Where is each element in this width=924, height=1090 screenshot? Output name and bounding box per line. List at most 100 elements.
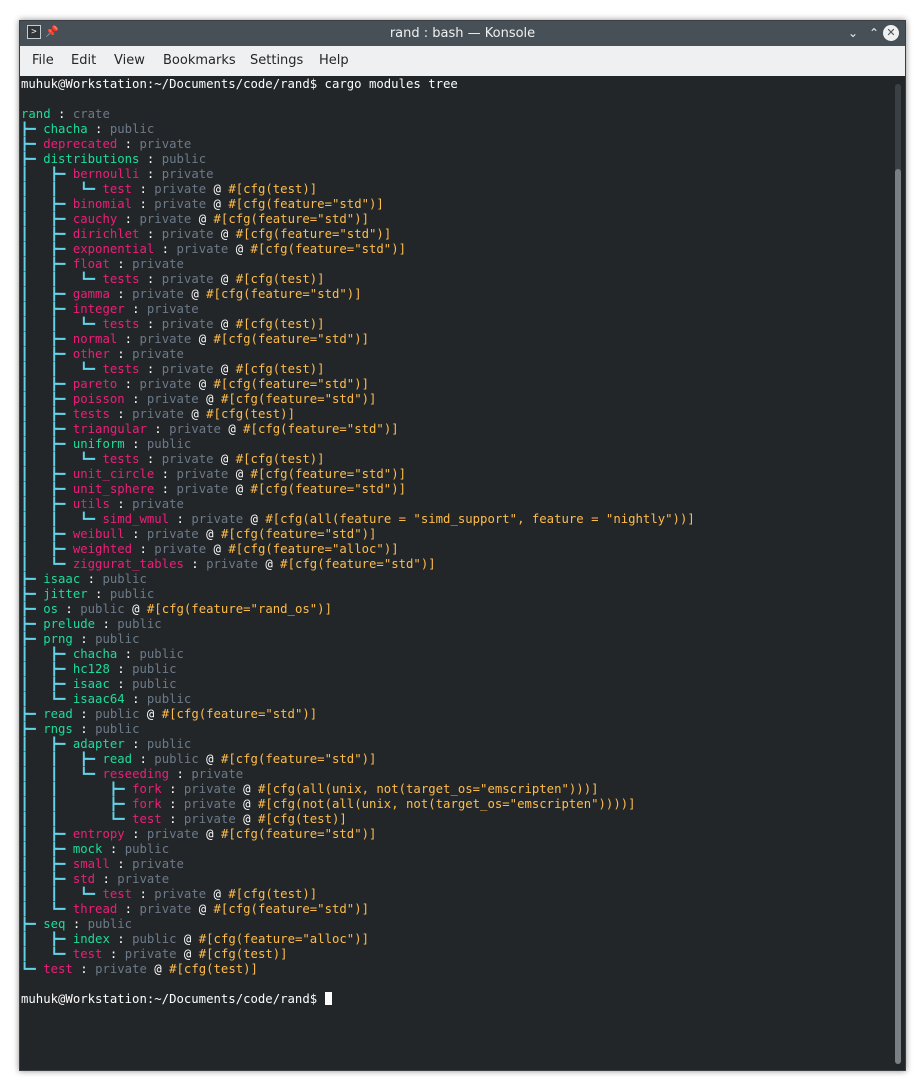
tree-row: ┃ ┃ ┗━ tests : private @ #[cfg(test)] <box>21 317 695 332</box>
cfg-attribute: #[cfg(feature="std")] <box>235 227 392 241</box>
tree-branch: ┣━ <box>50 242 73 256</box>
chevron-down-icon[interactable]: ⌄ <box>844 24 862 42</box>
tree-indent: ┃ <box>21 527 51 541</box>
menu-help[interactable]: Help <box>317 46 351 76</box>
tree-indent: ┃ <box>21 302 51 316</box>
module-name: mock <box>72 842 103 856</box>
cfg-attribute: #[cfg(all(unix, not(target_os="emscripte… <box>257 782 599 796</box>
window-title: rand : bash — Konsole <box>389 26 536 41</box>
tree-indent: ┃ <box>21 197 51 211</box>
visibility-label: public <box>132 677 177 691</box>
separator: : <box>124 302 147 316</box>
visibility-label: public <box>146 737 192 751</box>
tree-indent: ┃ <box>21 872 51 886</box>
vertical-scrollbar[interactable] <box>891 76 905 1070</box>
tree-branch: ┣━ <box>50 932 73 946</box>
attribute-separator: @ <box>146 962 170 976</box>
menu-view[interactable]: View <box>112 46 147 76</box>
tree-branch: ┣━ <box>21 122 44 136</box>
separator: : <box>87 122 110 136</box>
tree-row: ┃ ┣━ bernoulli : private <box>21 167 695 182</box>
module-name: tests <box>102 272 140 286</box>
cfg-attribute: #[cfg(feature="std")] <box>213 377 370 391</box>
tree-row: ┃ ┗━ test : private @ #[cfg(test)] <box>21 947 695 962</box>
command-line: muhuk@Workstation:~/Documents/code/rand$… <box>21 77 695 92</box>
tree-row: ┃ ┃ ┣━ fork : private @ #[cfg(not(all(un… <box>21 797 695 812</box>
separator: : <box>169 512 192 526</box>
separator: : <box>139 152 162 166</box>
visibility-label: private <box>146 392 199 406</box>
tree-branch: ┣━ <box>50 377 73 391</box>
tree-indent: ┃ ┃ <box>21 887 81 901</box>
visibility-label: public <box>124 842 170 856</box>
tree-indent: ┃ ┃ <box>21 452 81 466</box>
tree-row: ┃ ┣━ unit_circle : private @ #[cfg(featu… <box>21 467 695 482</box>
menu-edit[interactable]: Edit <box>69 46 98 76</box>
menu-file[interactable]: File <box>30 46 56 76</box>
separator: : <box>117 137 140 151</box>
tree-indent: ┃ <box>21 227 51 241</box>
module-name: weibull <box>72 527 125 541</box>
terminal-output[interactable]: muhuk@Workstation:~/Documents/code/rand$… <box>20 76 891 1070</box>
visibility-label: private <box>146 827 199 841</box>
attribute-separator: @ <box>220 422 244 436</box>
tree-indent: ┃ <box>21 212 51 226</box>
tree-row: ┃ ┃ ┗━ tests : private @ #[cfg(test)] <box>21 452 695 467</box>
scrollbar-thumb[interactable] <box>895 169 901 1064</box>
tree-row: ┃ ┣━ uniform : public <box>21 437 695 452</box>
tree-indent: ┃ <box>21 947 51 961</box>
title-bar[interactable]: > 📌 rand : bash — Konsole ⌄ ⌃ ✕ <box>20 21 905 46</box>
tree-indent: ┃ ┃ <box>21 767 81 781</box>
menu-bookmarks[interactable]: Bookmarks <box>161 46 238 76</box>
separator: : <box>124 737 147 751</box>
attribute-separator: @ <box>213 452 236 466</box>
cfg-attribute: #[cfg(test)] <box>235 452 325 466</box>
tree-row: ┃ ┗━ thread : private @ #[cfg(feature="s… <box>21 902 695 917</box>
cfg-attribute: #[cfg(test)] <box>235 317 325 331</box>
module-name: cauchy <box>72 212 118 226</box>
separator: : <box>117 902 140 916</box>
close-icon[interactable]: ✕ <box>883 25 899 41</box>
tree-row: ┃ ┣━ hc128 : public <box>21 662 695 677</box>
cfg-attribute: #[cfg(test)] <box>169 962 258 976</box>
cfg-attribute: #[cfg(test)] <box>228 887 318 901</box>
tree-branch: ┗━ <box>80 452 103 466</box>
tree-indent: ┃ <box>21 242 51 256</box>
tree-row: ┣━ distributions : public <box>21 152 695 167</box>
module-name: fork <box>132 797 162 811</box>
menu-settings[interactable]: Settings <box>248 46 305 76</box>
module-name: exponential <box>72 242 155 256</box>
module-name: adapter <box>72 737 125 751</box>
visibility-label: public <box>95 722 140 736</box>
chevron-up-icon[interactable]: ⌃ <box>865 24 883 42</box>
module-name: unit_circle <box>72 467 155 481</box>
attribute-separator: @ <box>198 392 221 406</box>
module-name: deprecated <box>43 137 118 151</box>
attribute-separator: @ <box>191 377 214 391</box>
module-name: simd_wmul <box>102 512 170 526</box>
tree-indent: ┃ <box>21 392 51 406</box>
tree-row: ┃ ┣━ utils : private <box>21 497 695 512</box>
module-name: prelude <box>43 617 96 631</box>
module-name: rngs <box>43 722 73 736</box>
tree-row: ┃ ┣━ exponential : private @ #[cfg(featu… <box>21 242 695 257</box>
module-name: weighted <box>72 542 133 556</box>
visibility-label: private <box>154 542 207 556</box>
attribute-separator: @ <box>235 812 258 826</box>
attribute-separator: @ <box>176 932 199 946</box>
tree-branch: ┗━ <box>80 767 103 781</box>
tree-branch: ┗━ <box>80 887 103 901</box>
module-name: read <box>102 752 133 766</box>
attribute-separator: @ <box>213 317 236 331</box>
separator: : <box>50 107 73 121</box>
separator: : <box>124 527 147 541</box>
module-name: tests <box>102 317 140 331</box>
tree-row: ┃ ┣━ integer : private <box>21 302 695 317</box>
module-name: isaac64 <box>72 692 125 706</box>
tree-indent: ┃ <box>21 347 51 361</box>
tree-row: ┃ ┣━ adapter : public <box>21 737 695 752</box>
tree-branch: ┣━ <box>21 617 44 631</box>
tree-branch: ┣━ <box>21 587 44 601</box>
tree-row: ┣━ rngs : public <box>21 722 695 737</box>
tree-indent: ┃ ┃ <box>21 317 81 331</box>
